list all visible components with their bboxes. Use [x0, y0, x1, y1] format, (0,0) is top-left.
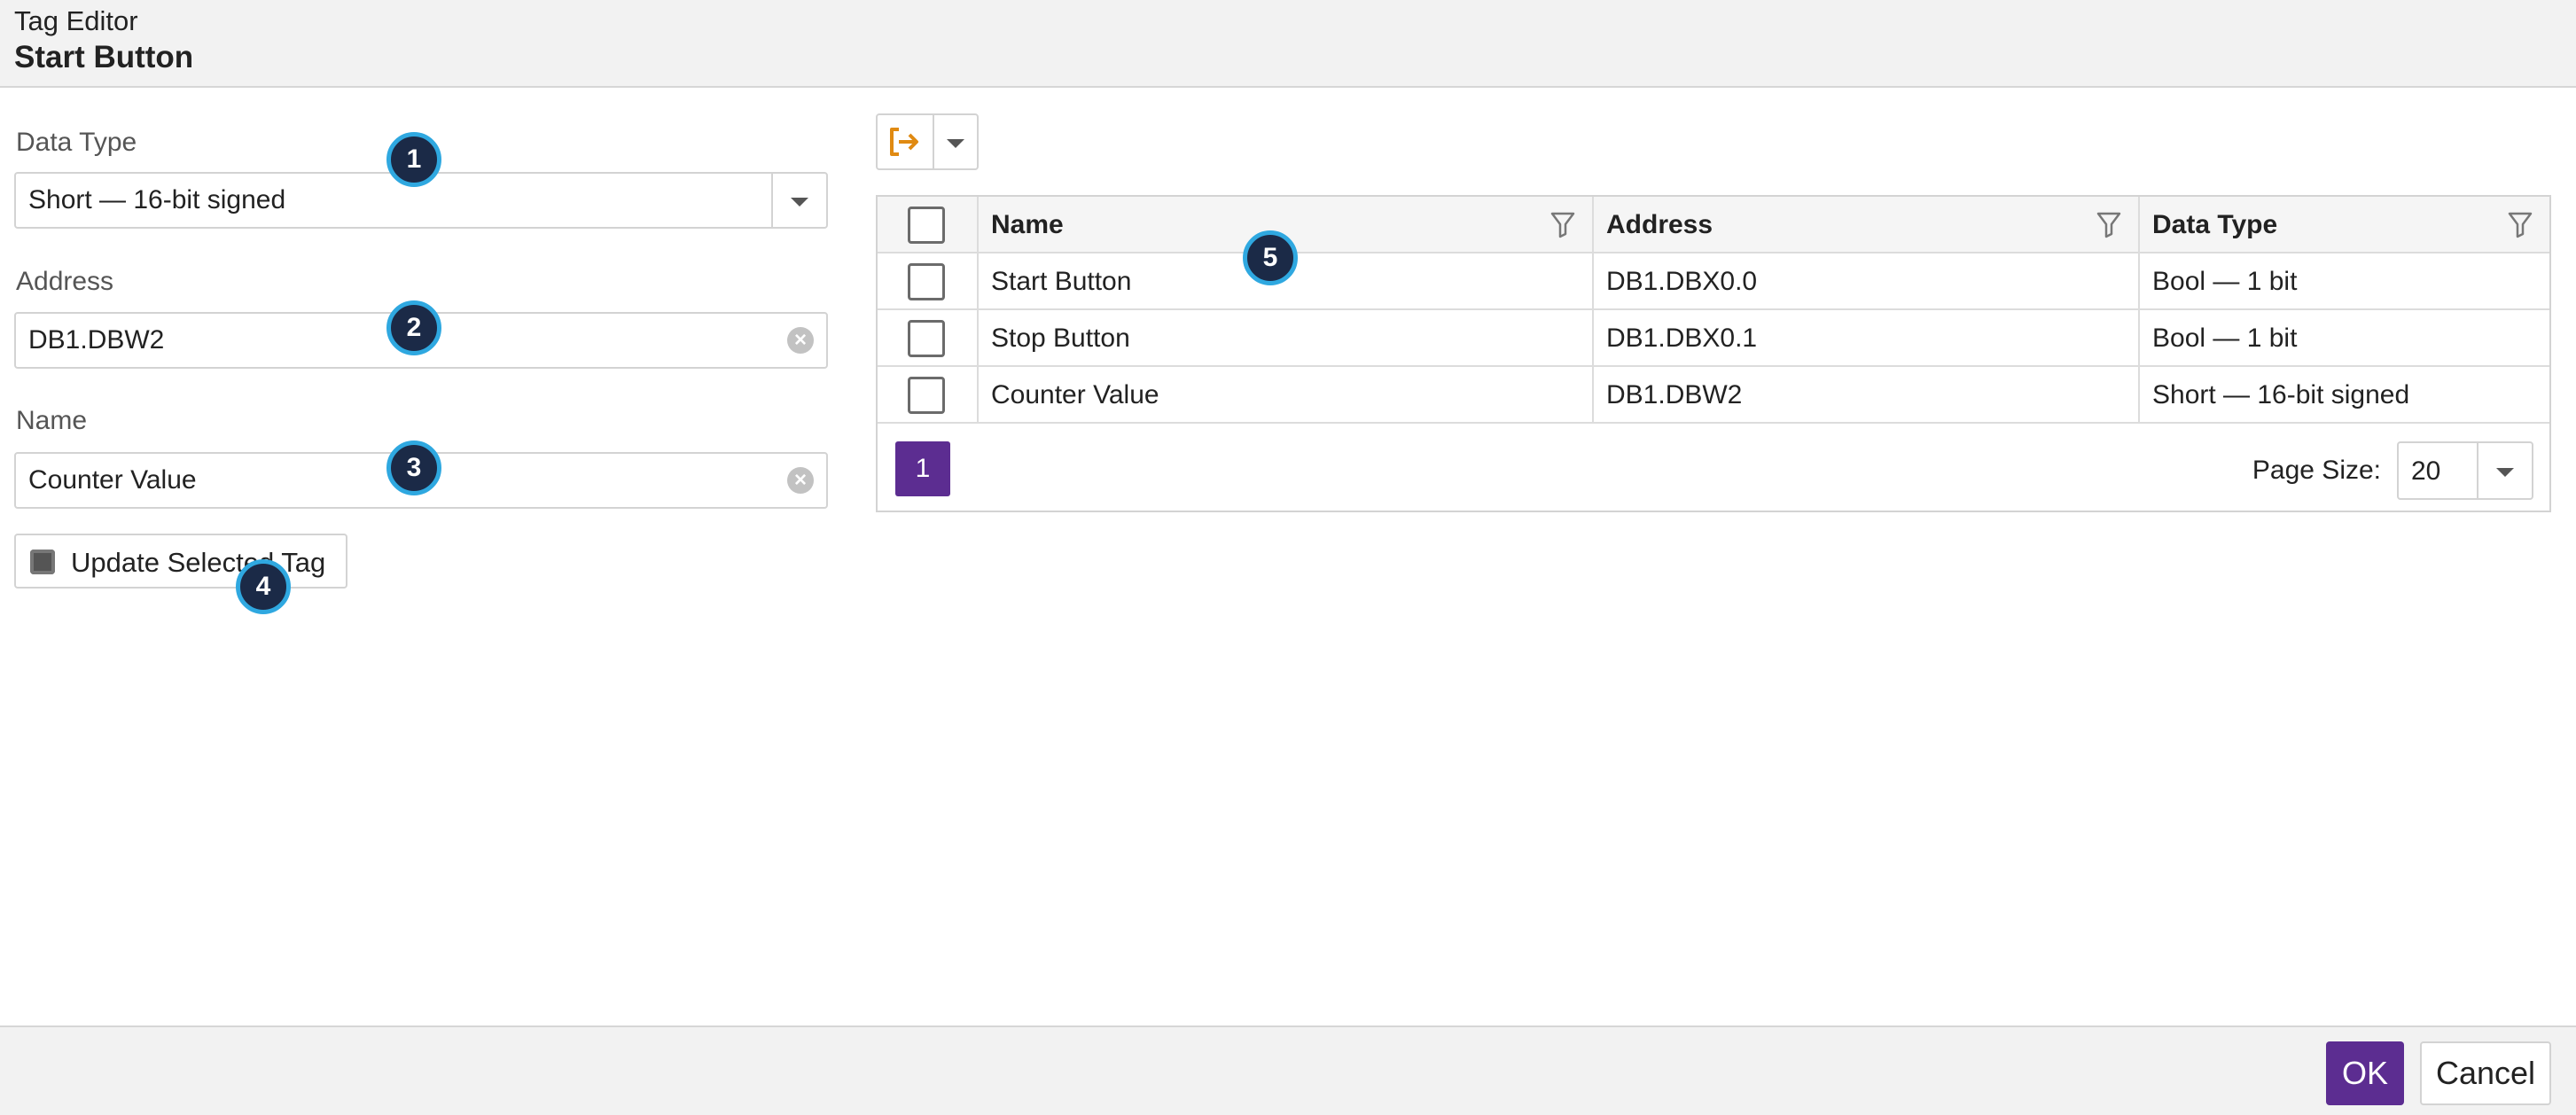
- dialog-header: Tag Editor Start Button: [0, 0, 2576, 88]
- chevron-down-icon: [947, 139, 964, 148]
- table-row[interactable]: Start Button DB1.DBX0.0 Bool — 1 bit: [878, 253, 2549, 310]
- cell-address: DB1.DBW2: [1606, 380, 1743, 409]
- cell-data-type: Bool — 1 bit: [2152, 267, 2298, 296]
- export-icon[interactable]: [886, 124, 922, 160]
- cell-data-type: Short — 16-bit signed: [2152, 380, 2410, 409]
- clear-icon[interactable]: ×: [787, 327, 814, 354]
- cell-data-type: Bool — 1 bit: [2152, 324, 2298, 353]
- filter-icon[interactable]: [2096, 210, 2122, 238]
- dialog-footer: OK Cancel: [0, 1025, 2576, 1115]
- app-title: Tag Editor: [14, 5, 138, 36]
- table-row[interactable]: Stop Button DB1.DBX0.1 Bool — 1 bit: [878, 310, 2549, 367]
- annotation-marker-5: 5: [1243, 230, 1298, 285]
- cell-name: Stop Button: [991, 324, 1130, 353]
- table-row[interactable]: Counter Value DB1.DBW2 Short — 16-bit si…: [878, 367, 2549, 424]
- grid-header-row: Name Address Data Type: [878, 197, 2549, 253]
- page-size-select[interactable]: 20: [2397, 441, 2533, 500]
- ok-button[interactable]: OK: [2326, 1041, 2404, 1105]
- annotation-marker-1: 1: [386, 132, 441, 187]
- export-split-button[interactable]: [876, 113, 979, 170]
- address-label: Address: [16, 267, 114, 296]
- cell-address: DB1.DBX0.0: [1606, 267, 1758, 296]
- column-header-data-type[interactable]: Data Type: [2138, 197, 2549, 252]
- filter-icon[interactable]: [1550, 210, 1576, 238]
- column-header-label: Name: [991, 210, 1064, 239]
- filter-icon[interactable]: [2507, 210, 2533, 238]
- name-label: Name: [16, 406, 88, 435]
- tags-grid: Name Address Data Type Start Button DB1.…: [876, 195, 2551, 512]
- data-type-label: Data Type: [16, 128, 137, 157]
- tag-title: Start Button: [14, 40, 194, 74]
- cell-name: Start Button: [991, 267, 1132, 296]
- export-dropdown-button[interactable]: [934, 115, 977, 168]
- annotation-marker-3: 3: [386, 441, 441, 495]
- page-size-value: 20: [2411, 456, 2441, 486]
- page-size-dropdown-button[interactable]: [2477, 443, 2532, 498]
- name-value: Counter Value: [28, 465, 197, 495]
- chip-icon: [30, 550, 55, 574]
- cell-address: DB1.DBX0.1: [1606, 324, 1758, 353]
- address-value: DB1.DBW2: [28, 325, 165, 355]
- page-button-current[interactable]: 1: [895, 441, 950, 496]
- grid-pager: 1 Page Size: 20: [878, 441, 2549, 530]
- annotation-marker-2: 2: [386, 300, 441, 355]
- row-checkbox[interactable]: [908, 320, 945, 357]
- cell-name: Counter Value: [991, 380, 1159, 409]
- column-header-address[interactable]: Address: [1592, 197, 2138, 252]
- data-type-value: Short — 16-bit signed: [28, 185, 286, 214]
- select-all-checkbox[interactable]: [908, 207, 945, 244]
- row-checkbox[interactable]: [908, 377, 945, 414]
- chevron-down-icon: [2496, 468, 2514, 477]
- chevron-down-icon: [791, 198, 808, 207]
- data-type-dropdown-button[interactable]: [771, 174, 826, 227]
- cancel-button[interactable]: Cancel: [2420, 1041, 2551, 1105]
- update-selected-tag-button[interactable]: Update Selected Tag: [14, 534, 347, 589]
- page-size-label: Page Size:: [2252, 456, 2381, 485]
- annotation-marker-4: 4: [236, 559, 291, 614]
- column-header-label: Address: [1606, 210, 1713, 239]
- column-header-label: Data Type: [2152, 210, 2278, 239]
- clear-icon[interactable]: ×: [787, 467, 814, 494]
- row-checkbox[interactable]: [908, 263, 945, 300]
